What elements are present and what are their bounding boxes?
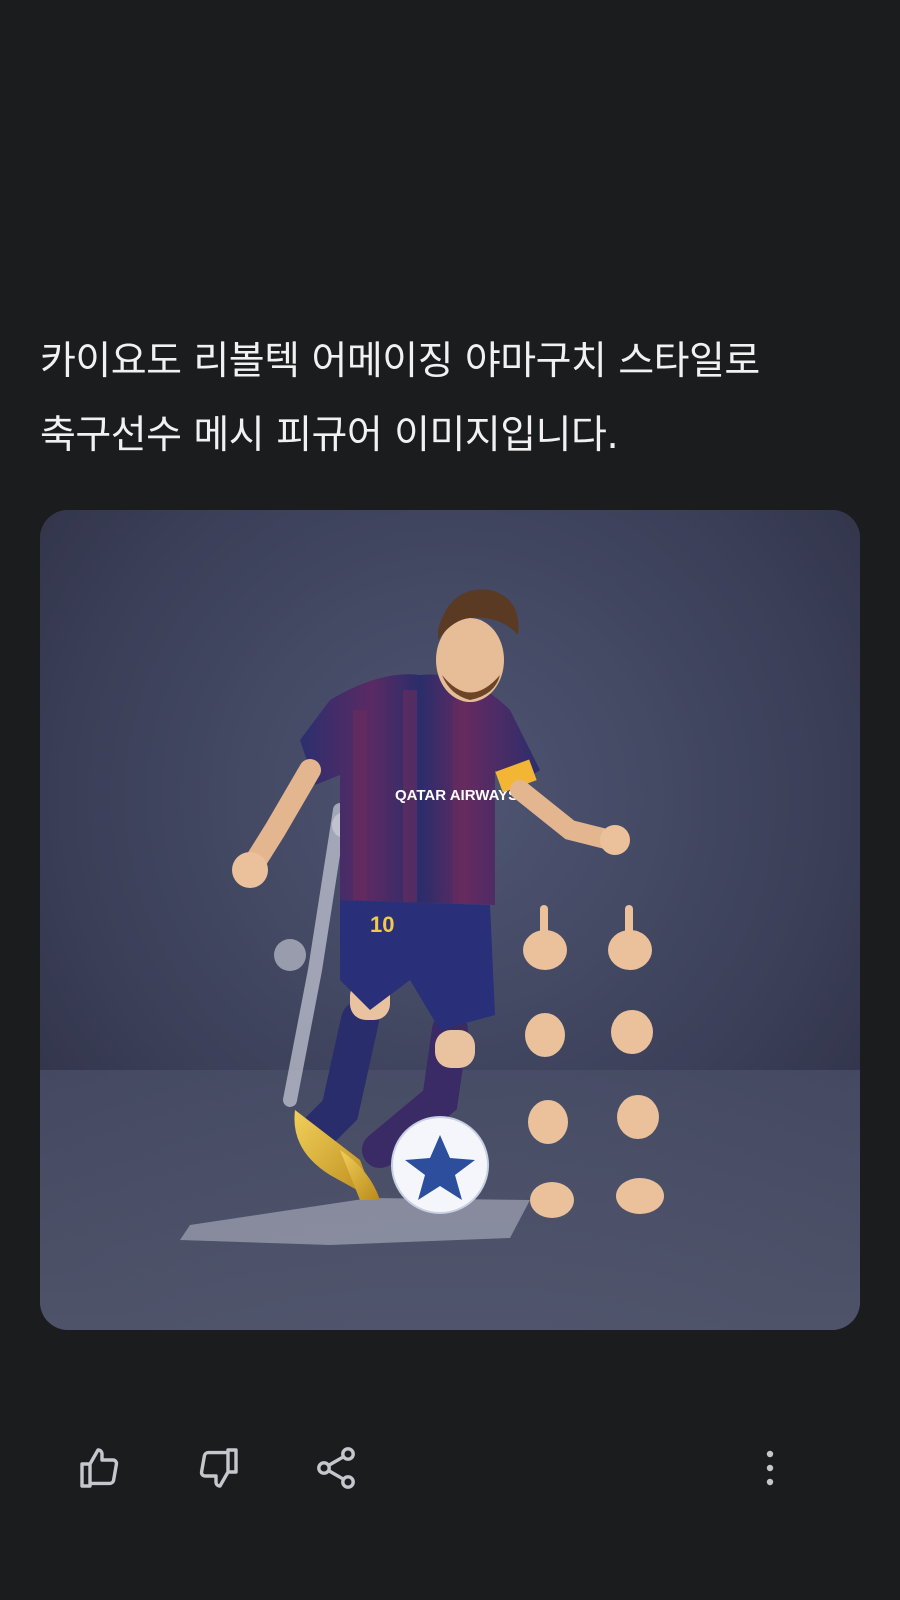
more-vertical-icon	[766, 1450, 774, 1486]
jersey-sponsor: QATAR AIRWAYS	[395, 787, 518, 804]
jersey-number: 10	[370, 912, 394, 937]
thumbs-up-icon	[80, 1448, 119, 1488]
response-text-line-2: 축구선수 메시 피규어 이미지입니다.	[40, 413, 619, 458]
thumbs-down-icon	[199, 1448, 238, 1488]
share-button[interactable]	[308, 1440, 364, 1496]
response-actions-bar	[0, 1440, 900, 1500]
share-icon	[317, 1447, 355, 1489]
generated-image[interactable]: 10 QATAR AIRWAYS	[40, 510, 860, 1330]
like-button[interactable]	[72, 1440, 128, 1496]
dislike-button[interactable]	[190, 1440, 246, 1496]
response-text: 카이요도 리볼텍 어메이징 야마구치 스타일로 축구선수 메시 피규어 이미지입…	[40, 325, 860, 473]
more-options-button[interactable]	[742, 1440, 798, 1496]
figure-illustration: 10 QATAR AIRWAYS	[40, 510, 860, 1330]
response-text-line-1: 카이요도 리볼텍 어메이징 야마구치 스타일로	[40, 339, 760, 384]
chat-response-page: 카이요도 리볼텍 어메이징 야마구치 스타일로 축구선수 메시 피규어 이미지입…	[0, 0, 900, 1600]
